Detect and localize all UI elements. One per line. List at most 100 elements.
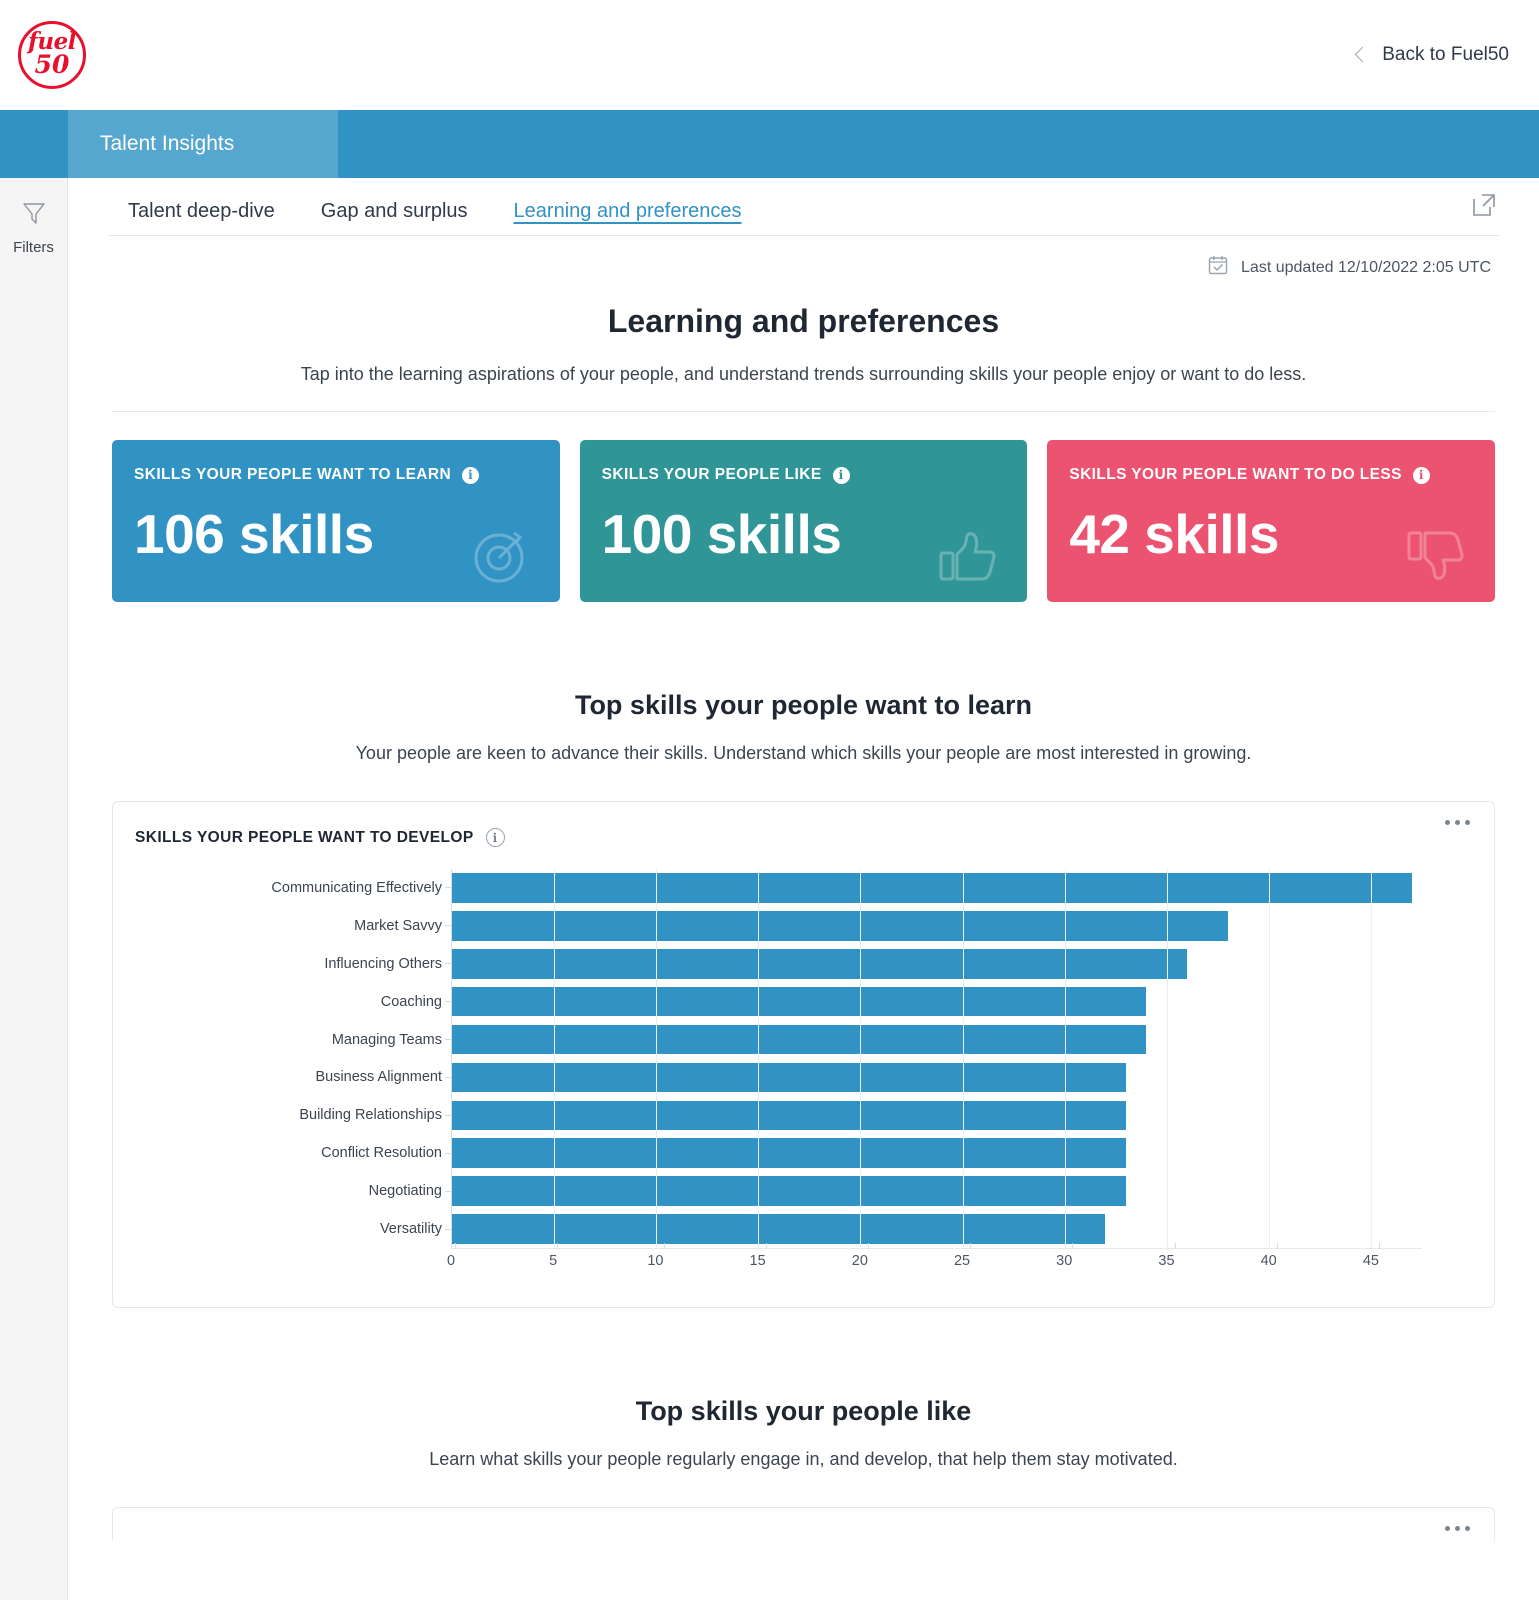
chart-bar-row[interactable]: Business Alignment [315,1062,1422,1093]
kpi-label-text: SKILLS YOUR PEOPLE WANT TO DO LESS [1069,466,1402,483]
filters-label: Filters [13,239,54,256]
chart-x-tick-mark [1276,1243,1278,1249]
chart-bar-row[interactable]: Building Relationships [299,1100,1422,1131]
tab-talent-insights[interactable]: Talent Insights [68,110,338,178]
chart-bar-row[interactable]: Influencing Others [324,948,1422,979]
chart-x-tick-label: 40 [1261,1243,1278,1269]
chart-bar[interactable] [452,1138,1126,1169]
chart-x-tick-mark [970,1243,972,1249]
chart-bar[interactable] [452,911,1228,941]
chart-card-skills-to-develop: SKILLS YOUR PEOPLE WANT TO DEVELOP i Com… [112,801,1495,1308]
filters-rail[interactable]: Filters [0,178,68,1600]
info-icon[interactable]: i [462,466,480,484]
chart-x-tick-label: 45 [1363,1243,1380,1269]
chart-gridline [554,869,556,1248]
chart-x-tick-label: 5 [549,1243,559,1269]
chevron-left-icon [1354,46,1371,63]
section-subtitle-people-like: Learn what skills your people regularly … [429,1449,1178,1469]
chart-y-tick [445,1228,451,1230]
fuel50-logo[interactable]: fuel 50 [18,20,86,89]
target-icon [470,525,532,592]
section-subtitle-want-to-learn: Your people are keen to advance their sk… [355,743,1252,763]
section-title-want-to-learn: Top skills your people want to learn [574,690,1033,720]
content-area: Talent deep-dive Gap and surplus Learnin… [68,178,1539,1600]
chart-card-people-like-partial [112,1507,1495,1541]
chart-x-tick-mark [1378,1243,1380,1249]
sub-tab-talent-deep-dive[interactable]: Talent deep-dive [128,200,275,235]
chart-category-label: Communicating Effectively [271,879,442,896]
back-to-fuel50-link[interactable]: Back to Fuel50 [1354,43,1509,66]
chart-category-label: Managing Teams [331,1031,442,1048]
chart-bar-row[interactable]: Market Savvy [354,911,1422,941]
chart-x-tick-mark [663,1243,665,1249]
kpi-card-want-to-learn[interactable]: SKILLS YOUR PEOPLE WANT TO LEARN i 106 s… [112,440,560,602]
back-to-fuel50-label: Back to Fuel50 [1382,43,1509,65]
chart-category-label: Building Relationships [299,1107,442,1124]
page-title: Learning and preferences [607,303,1000,339]
chart-y-tick [445,925,451,927]
kebab-menu-icon[interactable] [1439,1520,1476,1537]
chart-bar[interactable] [452,1100,1126,1131]
kpi-card-row: SKILLS YOUR PEOPLE WANT TO LEARN i 106 s… [68,412,1539,602]
sub-tab-gap-and-surplus[interactable]: Gap and surplus [321,200,468,235]
chart-bar-row[interactable]: Coaching [381,986,1422,1017]
kpi-card-people-like[interactable]: SKILLS YOUR PEOPLE LIKE i 100 skills [579,440,1028,602]
chart-category-label: Negotiating [368,1183,442,1200]
sub-tab-learning-and-preferences[interactable]: Learning and preferences [514,200,742,235]
chart-bar-row[interactable]: Versatility [380,1214,1422,1244]
chart-x-tick-label: 25 [954,1243,972,1269]
chart-bar[interactable] [452,1024,1147,1055]
chart-bar-row[interactable]: Negotiating [369,1176,1422,1206]
chart-bar-row[interactable]: Communicating Effectively [271,873,1422,903]
chart-category-label: Coaching [380,993,442,1010]
chart-x-tick-label: 30 [1056,1243,1074,1269]
last-updated: Last updated 12/10/2022 2:05 UTC [68,236,1539,281]
kpi-card-want-to-do-less[interactable]: SKILLS YOUR PEOPLE WANT TO DO LESS i 42 … [1047,440,1496,602]
chart-category-label: Influencing Others [324,955,442,972]
last-updated-text: Last updated 12/10/2022 2:05 UTC [1241,258,1491,276]
chart-category-label: Conflict Resolution [321,1145,442,1162]
chart-gridline [656,869,658,1248]
chart-category-label: Market Savvy [354,917,442,934]
chart-bar[interactable] [452,948,1188,979]
info-icon[interactable]: i [1412,466,1430,484]
chart-bar-row[interactable]: Managing Teams [332,1024,1422,1055]
section-title-people-like: Top skills your people like [635,1396,972,1426]
chart-bar[interactable] [452,1062,1126,1093]
chart-bars: Communicating Effectively Market Savvy Inf… [271,869,1422,1248]
info-icon[interactable]: i [485,828,505,847]
info-icon[interactable]: i [832,466,850,484]
logo-line-2: 50 [34,50,70,80]
chart-x-tick-label: 15 [750,1243,767,1269]
sub-tab-bar: Talent deep-dive Gap and surplus Learnin… [68,178,1539,235]
chart-x-tick-mark [867,1243,869,1249]
chart-y-tick [445,1076,451,1078]
chart-category-label: Business Alignment [315,1069,442,1086]
chart-bar[interactable] [452,1176,1126,1206]
chart-x-tick-mark [1072,1243,1074,1249]
chart-y-tick [445,1190,451,1192]
chart-x-tick-label: 20 [852,1243,869,1269]
bar-chart-skills-to-develop: Communicating Effectively Market Savvy Inf… [135,869,1464,1289]
chart-y-tick [445,1039,451,1041]
kpi-label: SKILLS YOUR PEOPLE WANT TO DO LESS i [1069,466,1471,484]
chart-bar[interactable] [452,1214,1106,1244]
tab-talent-insights-label: Talent Insights [100,132,235,155]
chart-y-tick [445,1152,451,1154]
chart-gridline [1064,869,1066,1248]
chart-bar[interactable] [452,873,1412,903]
chart-x-tick-mark [557,1243,559,1249]
kebab-menu-icon[interactable] [1439,814,1476,831]
app-bar: Talent Insights [0,110,1539,178]
top-bar: fuel 50 Back to Fuel50 [0,0,1539,110]
kpi-label: SKILLS YOUR PEOPLE WANT TO LEARN i [134,466,536,484]
external-link-icon[interactable] [1469,190,1499,225]
chart-gridline [860,869,862,1248]
chart-bar-row[interactable]: Conflict Resolution [321,1138,1422,1169]
funnel-icon [19,198,49,233]
chart-y-tick [445,887,451,889]
kpi-label: SKILLS YOUR PEOPLE LIKE i [602,466,1004,484]
chart-x-tick-mark [1174,1243,1176,1249]
chart-gridline [758,869,760,1248]
chart-bar[interactable] [452,986,1147,1017]
